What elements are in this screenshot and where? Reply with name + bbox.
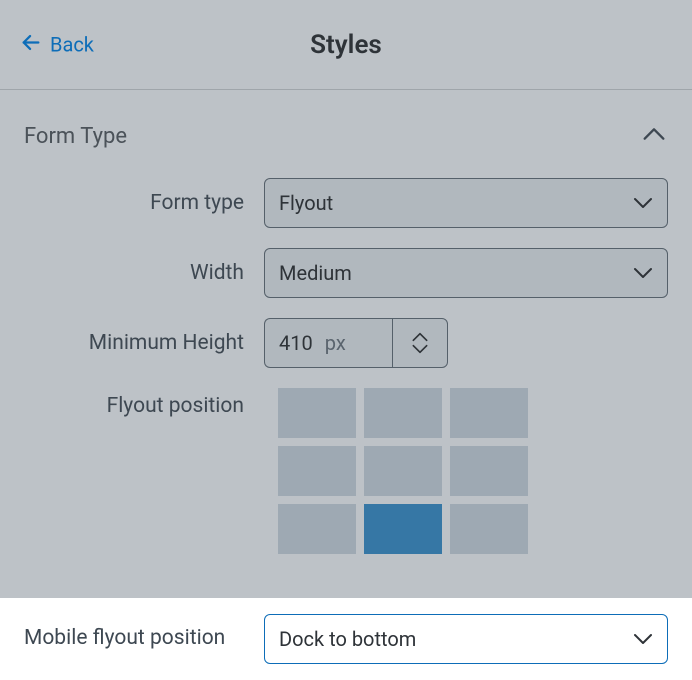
chevron-down-icon [410,343,430,355]
flyout-position-middle-left[interactable] [278,446,356,496]
select-form-type[interactable]: Flyout [264,178,668,228]
section-title: Form Type [24,124,127,149]
chevron-up-icon [410,331,430,343]
page-title: Styles [310,30,382,60]
select-width[interactable]: Medium [264,248,668,298]
min-height-value: 410 [279,331,313,355]
min-height-unit: px [325,331,346,355]
flyout-position-bottom-center[interactable] [364,504,442,554]
label-flyout-position: Flyout position [24,388,264,418]
row-flyout-position: Flyout position [24,388,668,554]
form-area: Form type Flyout Width Medium Minimum He… [0,170,692,598]
page-header: Back Styles [0,0,692,90]
back-label: Back [50,33,94,57]
flyout-position-top-right[interactable] [450,388,528,438]
flyout-position-grid [278,388,668,554]
min-height-stepper[interactable] [392,318,448,368]
select-mobile-flyout-position-value: Dock to bottom [279,627,416,651]
back-button[interactable]: Back [20,31,94,58]
min-height-control: 410 px [264,318,668,368]
select-width-value: Medium [279,261,352,285]
flyout-position-middle-right[interactable] [450,446,528,496]
select-mobile-flyout-position[interactable]: Dock to bottom [264,614,668,664]
flyout-position-top-center[interactable] [364,388,442,438]
arrow-left-icon [20,31,42,58]
label-form-type: Form type [24,191,264,215]
label-min-height: Minimum Height [24,331,264,355]
flyout-position-top-left[interactable] [278,388,356,438]
select-form-type-value: Flyout [279,191,333,215]
min-height-input[interactable]: 410 px [264,318,392,368]
flyout-position-bottom-left[interactable] [278,504,356,554]
label-mobile-flyout-position: Mobile flyout position [24,625,264,652]
flyout-position-bottom-right[interactable] [450,504,528,554]
label-width: Width [24,261,264,285]
row-width: Width Medium [24,248,668,298]
chevron-up-icon [640,120,668,152]
row-form-type: Form type Flyout [24,178,668,228]
flyout-position-middle-center[interactable] [364,446,442,496]
row-min-height: Minimum Height 410 px [24,318,668,368]
section-header-form-type[interactable]: Form Type [0,90,692,170]
